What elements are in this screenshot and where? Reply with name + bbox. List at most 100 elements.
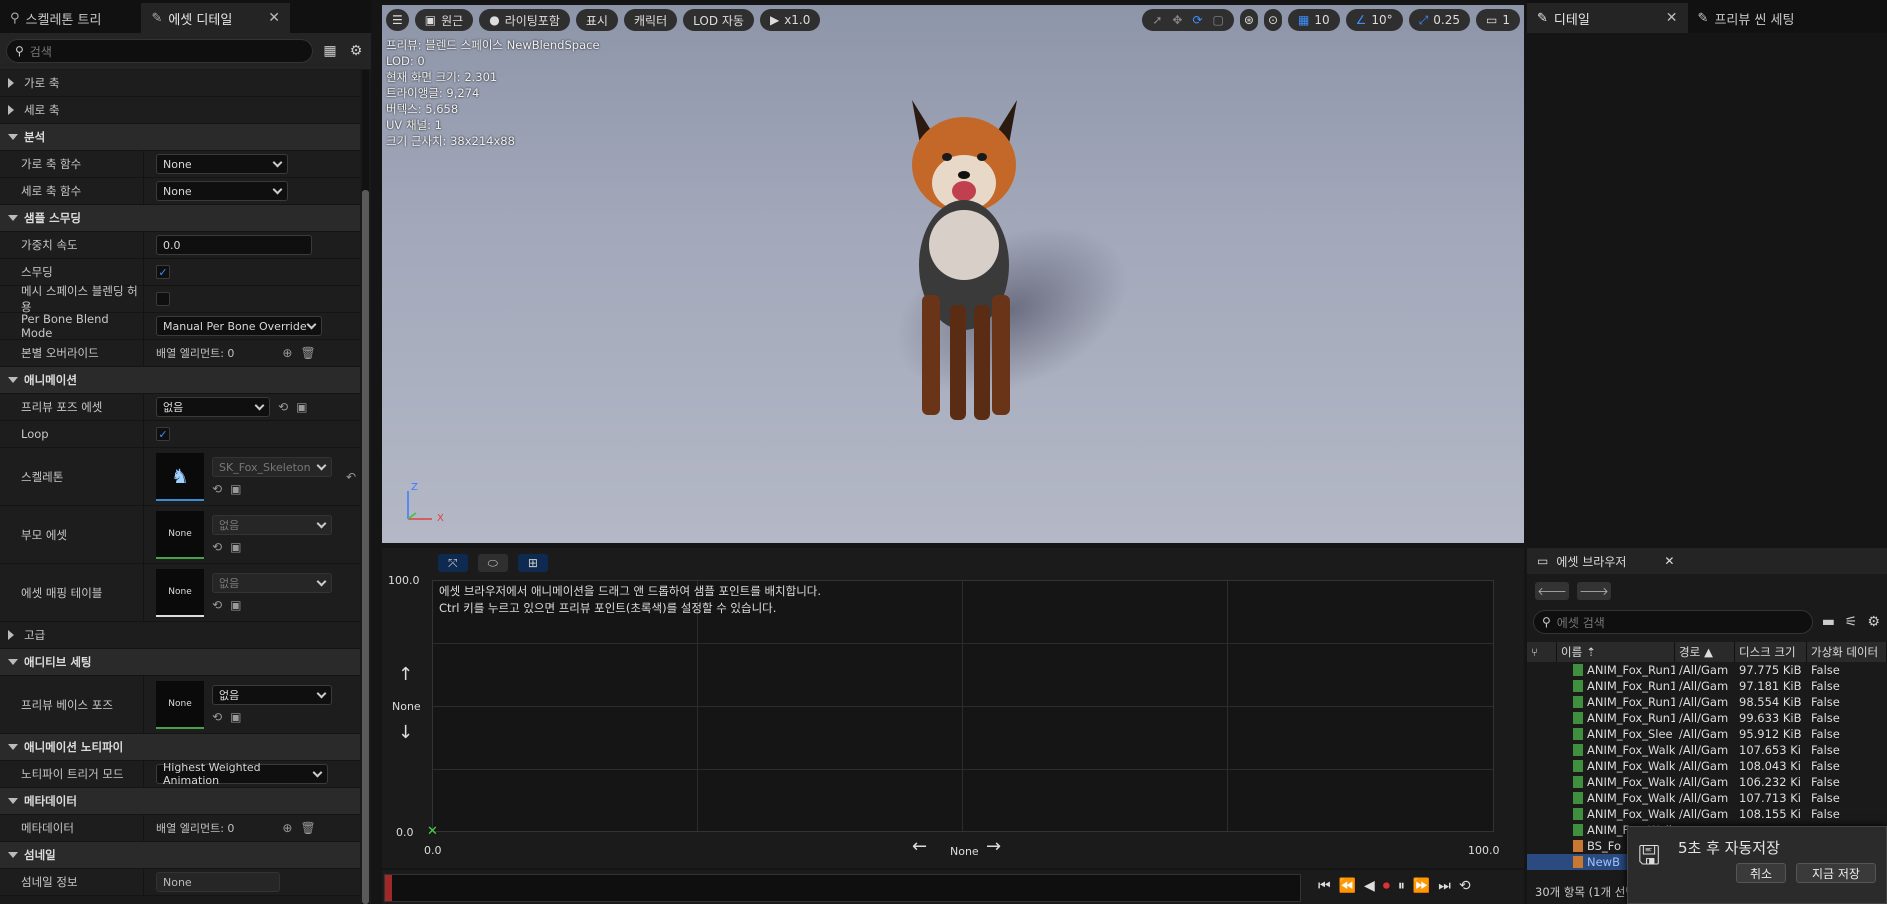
category-notify[interactable]: 애니메이션 노티파이 — [0, 734, 360, 761]
camera-speed-button[interactable]: ▭ 1 — [1476, 9, 1520, 31]
skeleton-thumbnail[interactable]: ♞ — [156, 452, 204, 501]
list-item[interactable]: ANIM_Fox_Slee/All/Gam 95.912 KiB False — [1527, 726, 1887, 742]
list-item[interactable]: ANIM_Fox_Run1/All/Gam 97.181 KiB False — [1527, 678, 1887, 694]
category-sample-smoothing[interactable]: 샘플 스무딩 — [0, 205, 360, 232]
loop-checkbox[interactable]: ✓ — [156, 427, 170, 441]
forward-button[interactable]: 🡒 — [1577, 582, 1611, 600]
settings-gear-icon[interactable]: ⚙ — [347, 42, 365, 60]
filter-icon[interactable]: ⚟ — [1844, 613, 1859, 631]
character-button[interactable]: 캐릭터 — [623, 9, 678, 31]
scale-snap-button[interactable]: ⤢ 0.25 — [1408, 9, 1471, 31]
show-button[interactable]: 표시 — [575, 9, 618, 31]
browse-folder-icon[interactable]: ▣ — [230, 598, 241, 612]
surface-snap-toggle[interactable]: ⊙ — [1263, 9, 1283, 31]
use-selected-icon[interactable]: ⟲ — [212, 710, 222, 724]
parent-asset-thumbnail[interactable]: None — [156, 510, 204, 559]
skeleton-dropdown[interactable]: SK_Fox_Skeleton — [212, 457, 332, 477]
use-selected-icon[interactable]: ⟲ — [212, 540, 222, 554]
folder-icon[interactable]: ▬ — [1821, 613, 1836, 631]
list-item[interactable]: ANIM_Fox_Walk/All/Gam 107.713 Ki False — [1527, 790, 1887, 806]
asset-mapping-dropdown[interactable]: 없음 — [212, 573, 332, 593]
snap-grid-button[interactable]: ⊞ — [517, 554, 548, 572]
save-now-button[interactable]: 지금 저장 — [1796, 863, 1876, 883]
use-selected-icon[interactable]: ⟲ — [212, 598, 222, 612]
list-item[interactable]: ANIM_Fox_Walk/All/Gam 108.155 Ki False — [1527, 806, 1887, 822]
loop-icon[interactable]: ⟲ — [1459, 878, 1471, 894]
timeline-scrubber[interactable] — [384, 874, 1301, 902]
thumbnail-info-field[interactable]: None — [156, 872, 280, 892]
skip-to-end-icon[interactable]: ⏭ — [1438, 878, 1451, 894]
blend-plot-area[interactable]: 에셋 브라우저에서 애니메이션을 드래그 앤 드롭하여 샘플 포인트를 배치합니… — [427, 580, 1494, 839]
pause-icon[interactable]: ⏸ — [1398, 878, 1405, 894]
tab-asset-browser[interactable]: ▭ 에셋 브라우저 ✕ — [1527, 548, 1887, 574]
list-item[interactable]: ANIM_Fox_Walk/All/Gam 107.653 Ki False — [1527, 742, 1887, 758]
section-advanced[interactable]: 고급 — [0, 622, 360, 649]
preview-base-pose-dropdown[interactable]: 없음 — [212, 685, 332, 705]
add-element-icon[interactable]: ⊕ — [282, 821, 292, 835]
category-additive[interactable]: 애디티브 세팅 — [0, 649, 360, 676]
lod-button[interactable]: LOD 자동 — [683, 9, 754, 31]
asset-mapping-thumbnail[interactable]: None — [156, 568, 204, 617]
source-tree-icon[interactable]: ⑂ — [1527, 642, 1557, 662]
list-item[interactable]: ANIM_Fox_Run1/All/Gam 99.633 KiB False — [1527, 710, 1887, 726]
section-vertical-axis[interactable]: 세로 축 — [0, 97, 360, 124]
playhead[interactable] — [385, 875, 392, 901]
h-axis-func-dropdown[interactable]: None — [156, 154, 288, 174]
list-item[interactable]: ANIM_Fox_Walk/All/Gam 108.043 Ki False — [1527, 758, 1887, 774]
weight-speed-input[interactable]: 0.0 — [156, 235, 312, 255]
world-local-toggle[interactable]: ⊛ — [1239, 9, 1258, 31]
angle-snap-button[interactable]: ∠ 10° — [1345, 9, 1403, 31]
v-axis-func-dropdown[interactable]: None — [156, 181, 288, 201]
column-name[interactable]: 이름 ⇡ — [1557, 642, 1675, 662]
details-scrollbar-thumb[interactable] — [362, 190, 369, 904]
add-element-icon[interactable]: ⊕ — [282, 346, 292, 360]
column-virtualized[interactable]: 가상화 데이터 — [1807, 642, 1887, 662]
category-animation[interactable]: 애니메이션 — [0, 367, 360, 394]
trash-icon[interactable]: 🗑 — [300, 346, 315, 360]
close-tab-icon[interactable]: ✕ — [1666, 10, 1678, 26]
viewport-menu-button[interactable]: ☰ — [386, 9, 409, 31]
rotate-icon[interactable]: ⟳ — [1192, 13, 1202, 27]
tab-skeleton-tree[interactable]: ⚲ 스켈레톤 트리 — [0, 3, 111, 33]
mesh-blend-checkbox[interactable] — [156, 292, 170, 306]
list-item[interactable]: ANIM_Fox_Run1/All/Gam 98.554 KiB False — [1527, 694, 1887, 710]
use-selected-icon[interactable]: ⟲ — [278, 400, 288, 414]
trash-icon[interactable]: 🗑 — [300, 821, 315, 835]
grid-snap-button[interactable]: ▦ 10 — [1288, 9, 1340, 31]
browse-folder-icon[interactable]: ▣ — [230, 482, 241, 496]
browse-folder-icon[interactable]: ▣ — [296, 400, 307, 414]
list-item[interactable]: ANIM_Fox_Run1/All/Gam 97.775 KiB False — [1527, 662, 1887, 678]
back-button[interactable]: 🡐 — [1535, 582, 1569, 600]
reset-arrow-icon[interactable]: ↶ — [346, 470, 356, 484]
tag-button[interactable]: ⬭ — [477, 554, 508, 572]
asset-search-input[interactable]: ⚲ 에셋 검색 — [1533, 610, 1813, 634]
select-arrow-icon[interactable]: ➚ — [1152, 13, 1162, 27]
preview-point-marker[interactable]: ✕ — [427, 824, 438, 839]
column-size[interactable]: 디스크 크기 — [1735, 642, 1807, 662]
cancel-button[interactable]: 취소 — [1736, 863, 1786, 883]
section-horizontal-axis[interactable]: 가로 축 — [0, 70, 360, 97]
playback-speed-button[interactable]: ▶ x1.0 — [759, 9, 821, 31]
use-selected-icon[interactable]: ⟲ — [212, 482, 222, 496]
category-analysis[interactable]: 분석 — [0, 124, 360, 151]
category-thumbnail[interactable]: 섬네일 — [0, 842, 360, 869]
record-icon[interactable]: ⏺ — [1383, 878, 1390, 894]
list-item[interactable]: ANIM_Fox_Walk/All/Gam 106.232 Ki False — [1527, 774, 1887, 790]
lighting-button[interactable]: ● 라이팅포함 — [479, 9, 570, 31]
category-metadata[interactable]: 메타데이터 — [0, 788, 360, 815]
preview-viewport[interactable]: ☰ ▣ 원근 ● 라이팅포함 표시 캐릭터 LOD 자동 ▶ x1.0 ➚ ✥ ⟳ ▢… — [382, 5, 1524, 543]
parent-asset-dropdown[interactable]: 없음 — [212, 515, 332, 535]
tab-details[interactable]: ✎ 디테일 ✕ — [1527, 3, 1688, 33]
browse-folder-icon[interactable]: ▣ — [230, 710, 241, 724]
close-tab-icon[interactable]: ✕ — [1664, 554, 1674, 568]
play-reverse-icon[interactable]: ◀ — [1364, 878, 1375, 894]
close-tab-icon[interactable]: ✕ — [268, 10, 280, 26]
smoothing-checkbox[interactable]: ✓ — [156, 265, 170, 279]
browse-folder-icon[interactable]: ▣ — [230, 540, 241, 554]
per-bone-blend-dropdown[interactable]: Manual Per Bone Override — [156, 316, 322, 336]
perspective-button[interactable]: ▣ 원근 — [414, 9, 474, 31]
tab-asset-details[interactable]: ✎ 에셋 디테일 ✕ — [141, 3, 291, 33]
column-path[interactable]: 경로 ▲ — [1675, 642, 1735, 662]
settings-gear-icon[interactable]: ⚙ — [1866, 613, 1881, 631]
preview-pose-dropdown[interactable]: 없음 — [156, 397, 270, 417]
